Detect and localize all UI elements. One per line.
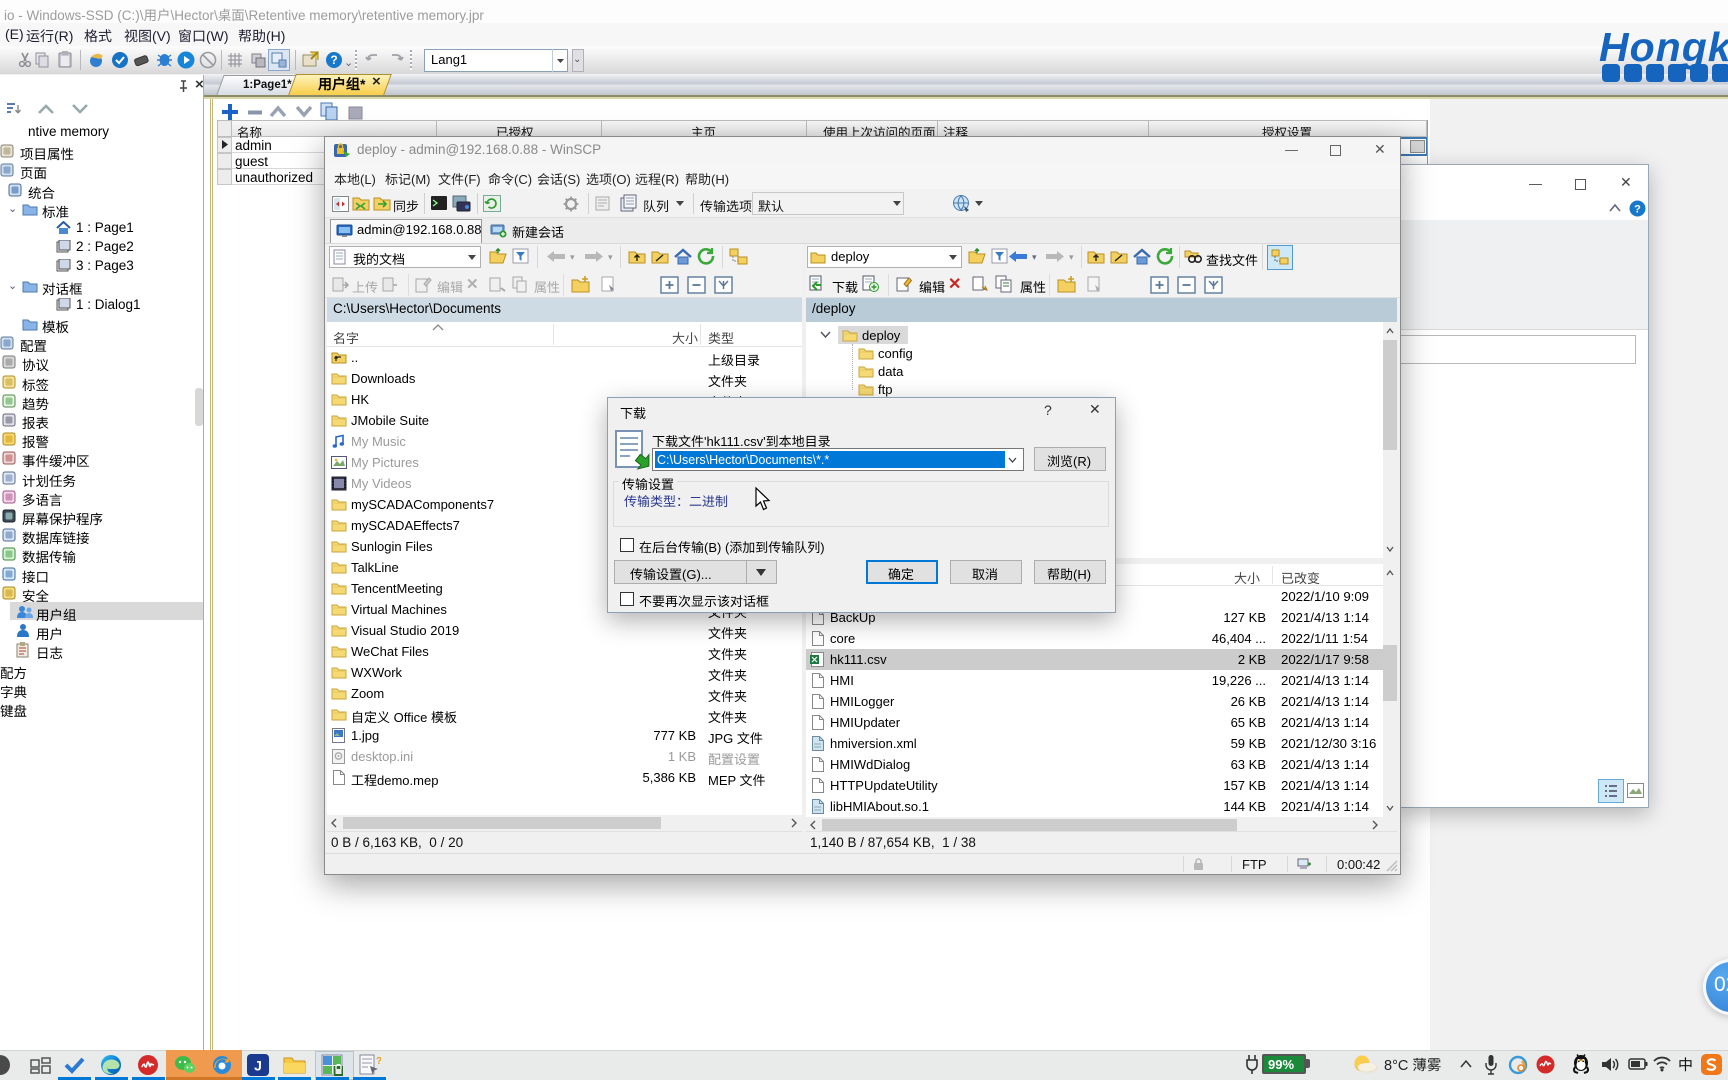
svg-text:?: ?	[1634, 204, 1641, 216]
svg-text:?: ?	[330, 53, 337, 67]
svg-text:?: ?	[376, 1056, 381, 1067]
svg-text:J: J	[254, 1058, 262, 1074]
